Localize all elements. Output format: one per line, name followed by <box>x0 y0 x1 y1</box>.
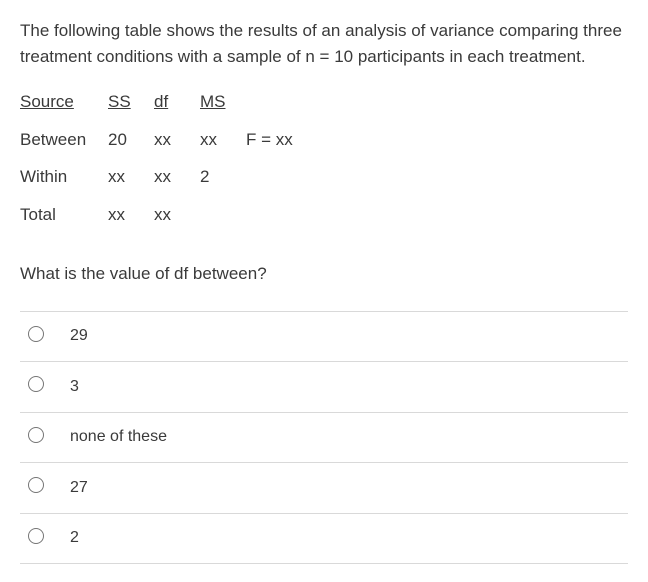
option-label: 29 <box>62 311 628 362</box>
anova-header-row: Source SS df MS <box>20 83 307 121</box>
options-list: 29 3 none of these 27 2 <box>20 311 628 565</box>
option-label: 3 <box>62 362 628 413</box>
cell-extra: F = xx <box>246 121 307 159</box>
cell-label: Within <box>20 158 108 196</box>
col-source: Source <box>20 83 108 121</box>
option-row[interactable]: 2 <box>20 513 628 564</box>
option-label: none of these <box>62 412 628 463</box>
prompt-text: The following table shows the results of… <box>20 18 628 69</box>
col-ss: SS <box>108 83 154 121</box>
col-df: df <box>154 83 200 121</box>
cell-label: Total <box>20 196 108 234</box>
row-total: Total xx xx <box>20 196 307 234</box>
col-ms: MS <box>200 83 246 121</box>
cell-label: Between <box>20 121 108 159</box>
option-row[interactable]: 27 <box>20 463 628 514</box>
option-row[interactable]: 3 <box>20 362 628 413</box>
cell-ms: 2 <box>200 158 246 196</box>
row-between: Between 20 xx xx F = xx <box>20 121 307 159</box>
cell-ms <box>200 196 246 234</box>
col-extra <box>246 83 307 121</box>
cell-ss: xx <box>108 196 154 234</box>
option-row[interactable]: none of these <box>20 412 628 463</box>
cell-ms: xx <box>200 121 246 159</box>
cell-df: xx <box>154 196 200 234</box>
option-radio-1[interactable] <box>28 376 44 392</box>
option-radio-2[interactable] <box>28 427 44 443</box>
cell-extra <box>246 158 307 196</box>
option-label: 27 <box>62 463 628 514</box>
option-radio-4[interactable] <box>28 528 44 544</box>
anova-table: Source SS df MS Between 20 xx xx F = xx … <box>20 83 307 233</box>
cell-ss: xx <box>108 158 154 196</box>
option-label: 2 <box>62 513 628 564</box>
cell-df: xx <box>154 121 200 159</box>
cell-df: xx <box>154 158 200 196</box>
row-within: Within xx xx 2 <box>20 158 307 196</box>
option-radio-3[interactable] <box>28 477 44 493</box>
option-radio-0[interactable] <box>28 326 44 342</box>
cell-ss: 20 <box>108 121 154 159</box>
question-text: What is the value of df between? <box>20 261 628 287</box>
option-row[interactable]: 29 <box>20 311 628 362</box>
cell-extra <box>246 196 307 234</box>
